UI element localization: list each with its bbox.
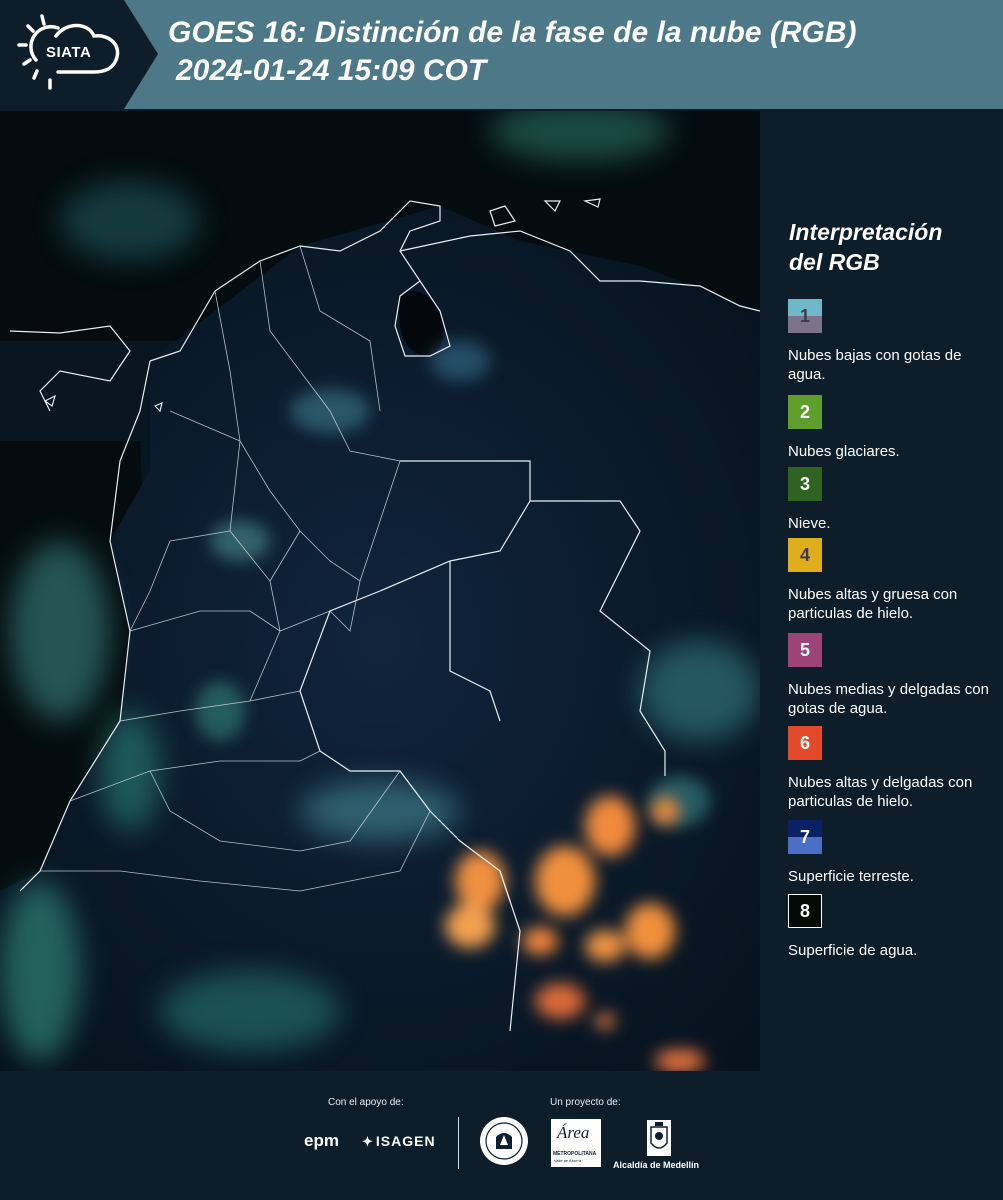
legend-swatch-2: 2 — [788, 395, 822, 429]
legend-number-8: 8 — [799, 900, 810, 921]
legend-label-7: Superficie terreste. — [788, 868, 914, 885]
legend-title: Interpretación del RGB — [789, 217, 942, 277]
legend-number-3: 3 — [799, 473, 810, 494]
title-line-2: 2024-01-24 15:09 COT — [176, 54, 487, 87]
legend-swatch-7: 7 — [788, 820, 822, 854]
legend-label-4: Nubes altas y gruesa con particulas de h… — [788, 586, 958, 622]
legend-swatch-3: 3 — [788, 467, 822, 501]
support-label: Con el apoyo de: — [328, 1097, 404, 1108]
legend-swatch-4: 4 — [788, 538, 822, 572]
alcaldia-medellin-logo: Alcaldía de Medellín — [613, 1160, 700, 1170]
legend-item-3: 3 Nieve. — [788, 467, 998, 533]
satellite-map-image — [0, 111, 760, 1071]
legend-number-6: 6 — [799, 732, 810, 753]
isagen-logo-text: ISAGEN — [375, 1133, 436, 1149]
siata-logo: SIATA — [0, 0, 160, 109]
isagen-logo: ✦ ISAGEN — [362, 1133, 436, 1150]
legend-item-6: 6 Nubes altas y delgadas con particulas … — [788, 726, 998, 811]
project-label: Un proyecto de: — [550, 1097, 621, 1108]
area-logo-name: Área — [557, 1123, 590, 1142]
legend-swatch-5: 5 — [788, 633, 822, 667]
legend-title-line-2: del RGB — [789, 249, 880, 275]
area-logo-tagline: Valle de Aburrá — [554, 1158, 582, 1163]
legend-swatch-1: 1 — [788, 299, 822, 333]
legend-item-4: 4 Nubes altas y gruesa con particulas de… — [788, 538, 998, 623]
legend-label-8: Superficie de agua. — [788, 942, 918, 959]
legend-title-line-1: Interpretación — [789, 219, 943, 245]
isagen-star-icon: ✦ — [362, 1134, 374, 1149]
legend-panel: Interpretación del RGB 1 Nubes bajas con… — [760, 109, 1003, 1071]
legend-item-1: 1 Nubes bajas con gotas de agua. — [788, 299, 998, 384]
satellite-map — [0, 111, 760, 1071]
footer-divider — [458, 1117, 459, 1169]
legend-label-3: Nieve. — [788, 515, 831, 532]
footer: Con el apoyo de: Un proyecto de: epm ✦ IS… — [0, 1071, 1003, 1200]
page-title: GOES 16: Distinción de la fase de la nub… — [168, 14, 856, 90]
header: SIATA GOES 16: Distinción de la fase de … — [0, 0, 1003, 109]
legend-label-2: Nubes glaciares. — [788, 443, 900, 460]
legend-item-7: 7 Superficie terreste. — [788, 820, 998, 886]
legend-item-5: 5 Nubes medias y delgadas con gotas de a… — [788, 633, 998, 718]
epm-logo: epm — [304, 1131, 339, 1150]
antioquia-seal-icon — [480, 1117, 528, 1165]
legend-swatch-8: 8 — [788, 894, 822, 928]
area-logo-subtitle: METROPOLITANA — [553, 1151, 597, 1157]
legend-label-1: Nubes bajas con gotas de agua. — [788, 347, 962, 383]
legend-item-2: 2 Nubes glaciares. — [788, 395, 998, 461]
legend-number-7: 7 — [799, 826, 810, 847]
title-line-1: GOES 16: Distinción de la fase de la nub… — [168, 16, 857, 49]
legend-swatch-6: 6 — [788, 726, 822, 760]
legend-label-6: Nubes altas y delgadas con particulas de… — [788, 774, 973, 810]
legend-number-4: 4 — [799, 544, 810, 565]
medellin-shield-icon — [647, 1120, 671, 1156]
legend-number-5: 5 — [799, 639, 810, 660]
siata-logo-text: SIATA — [46, 44, 92, 61]
legend-number-2: 2 — [799, 401, 810, 422]
legend-label-5: Nubes medias y delgadas con gotas de agu… — [788, 681, 989, 717]
legend-item-8: 8 Superficie de agua. — [788, 894, 998, 960]
legend-number-1: 1 — [799, 305, 810, 326]
area-metropolitana-logo: Área METROPOLITANA Valle de Aburrá — [551, 1119, 601, 1167]
